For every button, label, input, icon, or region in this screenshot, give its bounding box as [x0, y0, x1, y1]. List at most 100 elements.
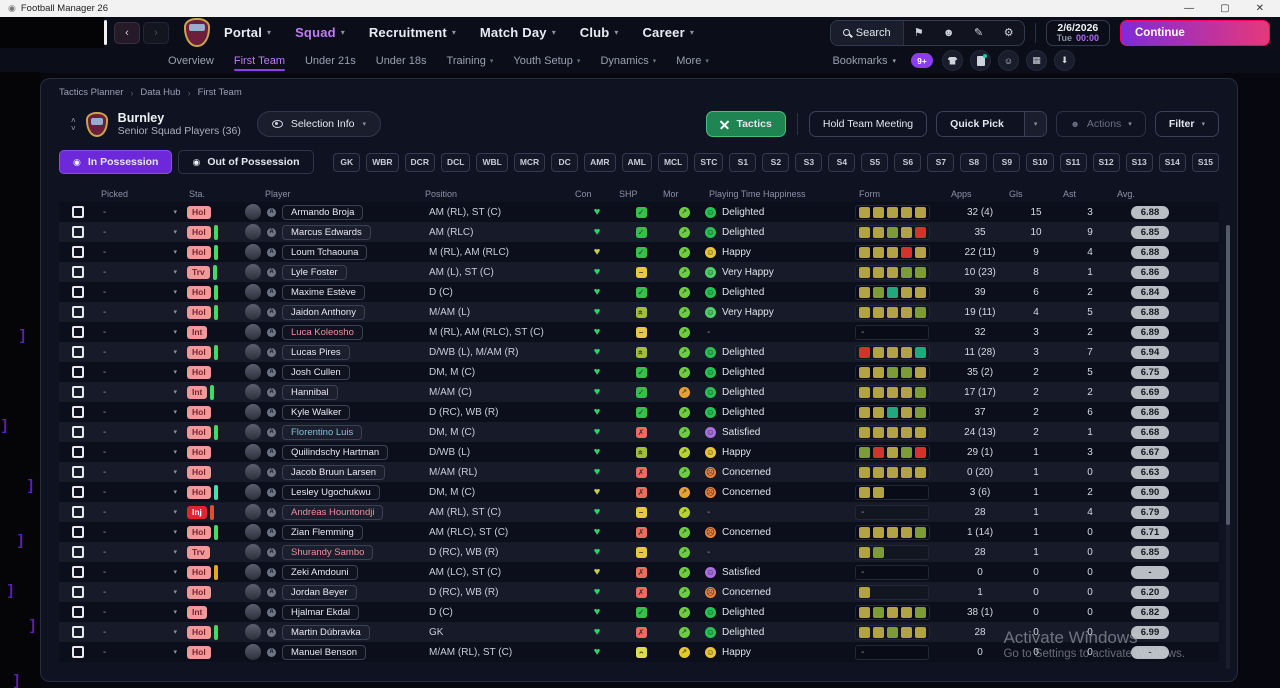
- table-row[interactable]: - ▾ Hol A Armando Broja AM (RL), ST (C) ♥ …: [59, 202, 1219, 223]
- column-header-form[interactable]: Form: [855, 189, 951, 199]
- menu-club[interactable]: Club ▾: [580, 25, 619, 40]
- row-checkbox[interactable]: [72, 346, 84, 359]
- player-name[interactable]: Hannibal: [282, 384, 338, 400]
- table-row[interactable]: - ▾ Trv A Lyle Foster AM (L), ST (C) ♥ − ↗…: [59, 262, 1219, 283]
- table-row[interactable]: - ▾ Hol A Maxime Estève D (C) ♥ ✓ ↗ ☺ Delig…: [59, 282, 1219, 303]
- player-name[interactable]: Jacob Bruun Larsen: [282, 464, 386, 480]
- picked-dropdown[interactable]: - ▾: [97, 442, 185, 462]
- role-chip-s13[interactable]: S13: [1125, 152, 1153, 172]
- inbox-download-icon[interactable]: ⬇: [1054, 50, 1075, 71]
- notifications-badge[interactable]: 9+: [911, 53, 933, 68]
- picked-dropdown[interactable]: - ▾: [97, 422, 185, 442]
- column-header-gls[interactable]: Gls: [1009, 184, 1063, 204]
- picked-dropdown[interactable]: - ▾: [97, 222, 185, 242]
- role-chip-dc[interactable]: DC: [551, 152, 579, 172]
- minimize-button[interactable]: —: [1184, 0, 1194, 17]
- row-checkbox[interactable]: [72, 206, 84, 219]
- player-name[interactable]: Marcus Edwards: [282, 224, 371, 240]
- player-name[interactable]: Luca Koleosho: [282, 324, 363, 340]
- role-chip-s2[interactable]: S2: [762, 152, 790, 172]
- row-checkbox[interactable]: [72, 266, 84, 279]
- bookmark-icon[interactable]: ⚑: [904, 26, 934, 39]
- column-header-apps[interactable]: Apps: [951, 184, 1009, 204]
- breadcrumb-item[interactable]: Tactics Planner: [59, 87, 123, 98]
- row-checkbox[interactable]: [72, 326, 84, 339]
- menu-match-day[interactable]: Match Day ▾: [480, 25, 556, 40]
- picked-dropdown[interactable]: - ▾: [97, 522, 185, 542]
- row-checkbox[interactable]: [72, 406, 84, 419]
- player-name[interactable]: Andréas Hountondji: [282, 504, 384, 520]
- menu-squad[interactable]: Squad ▾: [295, 25, 345, 40]
- tab-out-of-possession[interactable]: ◉ Out of Possession: [178, 150, 314, 175]
- role-chip-s14[interactable]: S14: [1158, 152, 1186, 172]
- subnav-first-team[interactable]: First Team: [233, 51, 286, 71]
- role-chip-wbl[interactable]: WBL: [476, 152, 508, 172]
- menu-portal[interactable]: Portal ▾: [224, 25, 271, 40]
- picked-dropdown[interactable]: - ▾: [97, 202, 185, 222]
- row-checkbox[interactable]: [72, 546, 84, 559]
- picked-dropdown[interactable]: - ▾: [97, 242, 185, 262]
- role-chip-dcl[interactable]: DCL: [440, 152, 471, 172]
- report-card-icon[interactable]: [970, 50, 991, 71]
- row-checkbox[interactable]: [72, 226, 84, 239]
- back-button[interactable]: ‹: [114, 21, 140, 44]
- column-header-playing-time-happiness[interactable]: Playing Time Happiness: [705, 189, 855, 199]
- tactics-button[interactable]: Tactics: [706, 111, 786, 138]
- row-checkbox[interactable]: [72, 286, 84, 299]
- role-chip-gk[interactable]: GK: [333, 152, 361, 172]
- kit-shirt-icon[interactable]: [942, 50, 963, 71]
- table-row[interactable]: - ▾ Hol A Jaidon Anthony M/AM (L) ♥ « ↗ ☺ V…: [59, 302, 1219, 323]
- tab-in-possession[interactable]: ◉ In Possession: [59, 150, 173, 175]
- player-name[interactable]: Manuel Benson: [282, 644, 367, 660]
- picked-dropdown[interactable]: - ▾: [97, 322, 185, 342]
- picked-dropdown[interactable]: - ▾: [97, 262, 185, 282]
- row-checkbox[interactable]: [72, 446, 84, 459]
- table-row[interactable]: - ▾ Hol A Loum Tchaouna M (RL), AM (RLC) ♥…: [59, 242, 1219, 263]
- picked-dropdown[interactable]: - ▾: [97, 362, 185, 382]
- role-chip-s5[interactable]: S5: [861, 152, 889, 172]
- player-name[interactable]: Quilindschy Hartman: [282, 444, 389, 460]
- table-row[interactable]: - ▾ Hol A Zeki Amdouni AM (LC), ST (C) ♥ ✗…: [59, 562, 1219, 583]
- role-chip-s12[interactable]: S12: [1092, 152, 1120, 172]
- calendar-icon[interactable]: ▦: [1026, 50, 1047, 71]
- table-row[interactable]: - ▾ Hol A Josh Cullen DM, M (C) ♥ ✓ ↗ ☺ Del…: [59, 362, 1219, 383]
- row-checkbox[interactable]: [72, 246, 84, 259]
- column-header-player[interactable]: Player: [235, 189, 425, 199]
- role-chip-s4[interactable]: S4: [828, 152, 856, 172]
- selection-info-dropdown[interactable]: Selection Info ▾: [256, 111, 381, 138]
- table-row[interactable]: - ▾ Hol A Lesley Ugochukwu DM, M (C) ♥ ✗ ↗…: [59, 482, 1219, 503]
- subnav-overview[interactable]: Overview: [168, 51, 214, 71]
- picked-dropdown[interactable]: - ▾: [97, 502, 185, 522]
- table-row[interactable]: - ▾ Trv A Shurandy Sambo D (RC), WB (R) ♥ …: [59, 542, 1219, 563]
- row-checkbox[interactable]: [72, 426, 84, 439]
- team-switcher[interactable]: ˄ ˅: [71, 116, 76, 132]
- table-row[interactable]: - ▾ Int A Hjalmar Ekdal D (C) ♥ ✓ ↗ ☺ Delig…: [59, 602, 1219, 623]
- player-name[interactable]: Martin Dúbravka: [282, 624, 370, 640]
- role-chip-s7[interactable]: S7: [927, 152, 955, 172]
- player-name[interactable]: Loum Tchaouna: [282, 244, 368, 260]
- picked-dropdown[interactable]: - ▾: [97, 602, 185, 622]
- table-row[interactable]: - ▾ Hol A Marcus Edwards AM (RLC) ♥ ✓ ↗ ☺ D…: [59, 222, 1219, 243]
- search-button[interactable]: Search: [830, 20, 904, 45]
- role-chip-stc[interactable]: STC: [694, 152, 724, 172]
- picked-dropdown[interactable]: - ▾: [97, 402, 185, 422]
- scrollbar-track[interactable]: [1226, 225, 1230, 669]
- picked-dropdown[interactable]: - ▾: [97, 482, 185, 502]
- subnav-training[interactable]: Training ▾: [447, 51, 494, 71]
- subnav-youth-setup[interactable]: Youth Setup ▾: [513, 51, 580, 71]
- column-header-position[interactable]: Position: [425, 184, 575, 204]
- column-header-sta-[interactable]: Sta.: [185, 189, 235, 199]
- game-date[interactable]: 2/6/2026 Tue 00:00: [1045, 19, 1110, 46]
- role-chip-s15[interactable]: S15: [1191, 152, 1219, 172]
- picked-dropdown[interactable]: - ▾: [97, 462, 185, 482]
- picked-dropdown[interactable]: - ▾: [97, 642, 185, 662]
- picked-dropdown[interactable]: - ▾: [97, 582, 185, 602]
- row-checkbox[interactable]: [72, 466, 84, 479]
- picked-dropdown[interactable]: - ▾: [97, 302, 185, 322]
- role-chip-aml[interactable]: AML: [621, 152, 652, 172]
- row-checkbox[interactable]: [72, 486, 84, 499]
- picked-dropdown[interactable]: - ▾: [97, 542, 185, 562]
- breadcrumb-item[interactable]: First Team: [198, 87, 242, 98]
- bookmarks-dropdown[interactable]: Bookmarks ▾: [832, 55, 896, 67]
- maximize-button[interactable]: ▢: [1220, 0, 1229, 17]
